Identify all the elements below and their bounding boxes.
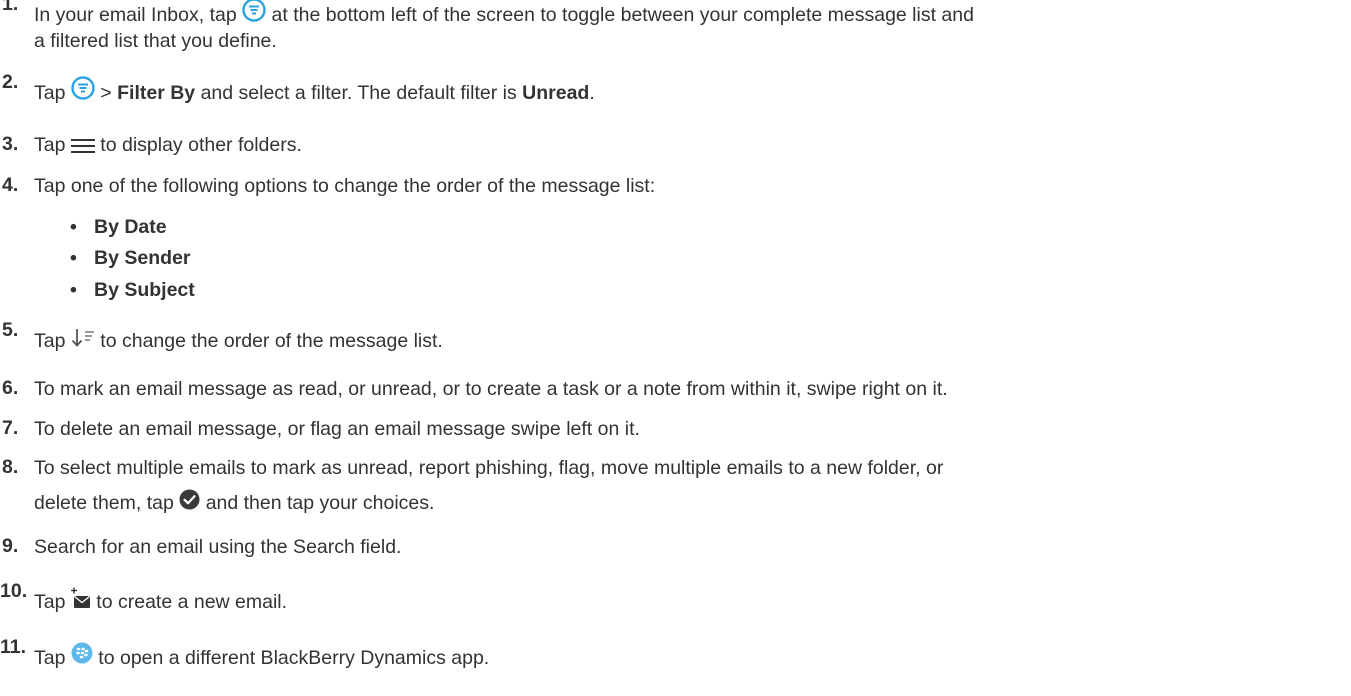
step-text: Tap — [34, 647, 66, 669]
step-7: 7. To delete an email message, or flag a… — [0, 416, 1337, 442]
step-11: 11. Tap to open a different BlackBerry D… — [0, 636, 1337, 671]
sort-option: • By Date — [70, 214, 167, 240]
step-number: 8. — [2, 456, 19, 478]
hamburger-menu-icon — [70, 135, 95, 153]
step-number: 9. — [2, 535, 19, 557]
step-text: To select multiple emails to mark as unr… — [34, 457, 944, 479]
step-10: 10. Tap to create a new email. — [0, 580, 1337, 615]
step-text-continued: delete them, tap — [34, 492, 174, 514]
step-number: 1. — [2, 0, 19, 15]
step-4: 4. Tap one of the following options to c… — [0, 173, 1337, 199]
step-3: 3. Tap to display other folders. — [0, 132, 1337, 158]
step-number: 6. — [2, 377, 19, 399]
compose-email-icon — [70, 587, 91, 609]
sort-option-label: By Sender — [94, 247, 191, 269]
step-text: Tap — [34, 134, 66, 156]
step-text: at the bottom left of the screen to togg… — [271, 4, 974, 26]
step-text: to create a new email. — [96, 591, 288, 613]
step-8: 8. To select multiple emails to mark as … — [0, 455, 1337, 516]
step-6: 6. To mark an email message as read, or … — [0, 376, 1337, 402]
period: . — [589, 82, 595, 104]
sort-option: • By Subject — [70, 277, 195, 303]
step-number: 7. — [2, 417, 19, 439]
bullet: • — [70, 216, 77, 238]
step-text: to change the order of the message list. — [100, 330, 443, 352]
step-9: 9. Search for an email using the Search … — [0, 534, 1337, 560]
filter-circle-icon — [71, 76, 95, 100]
ui-label: Unread — [522, 82, 590, 104]
step-text: and select a filter. The default filter … — [200, 82, 517, 104]
filter-circle-icon — [242, 0, 266, 22]
separator: > — [100, 82, 112, 104]
step-text-continued: a filtered list that you define. — [34, 30, 277, 52]
step-1: 1. In your email Inbox, tap at the botto… — [0, 0, 1337, 54]
step-text-continued: and then tap your choices. — [205, 492, 435, 514]
step-number: 10. — [0, 580, 28, 602]
sort-option-label: By Date — [94, 216, 167, 238]
step-number: 4. — [2, 174, 19, 196]
step-number: 2. — [2, 71, 19, 93]
step-5: 5. Tap to change the order of the messag… — [0, 319, 1337, 354]
step-text: Tap — [34, 82, 66, 104]
check-circle-icon — [179, 489, 200, 510]
step-text: to open a different BlackBerry Dynamics … — [98, 647, 490, 669]
instruction-list: 1. In your email Inbox, tap at the botto… — [0, 0, 1351, 696]
step-2: 2. Tap > Filter By and select a filter. … — [0, 71, 1337, 106]
blackberry-dynamics-icon — [71, 642, 93, 664]
step-number: 11. — [0, 636, 27, 658]
step-number: 5. — [2, 319, 19, 341]
bullet: • — [70, 279, 77, 301]
step-number: 3. — [2, 133, 19, 155]
sort-option: • By Sender — [70, 245, 190, 271]
step-text: to display other folders. — [100, 134, 302, 156]
step-text: Search for an email using the Search fie… — [34, 536, 402, 558]
sort-option-label: By Subject — [94, 279, 195, 301]
ui-label: Filter By — [117, 82, 196, 104]
step-text: Tap — [34, 591, 66, 613]
step-text: Tap one of the following options to chan… — [34, 175, 656, 197]
step-text: To delete an email message, or flag an e… — [34, 418, 640, 440]
step-text: To mark an email message as read, or unr… — [34, 378, 948, 400]
step-text: In your email Inbox, tap — [34, 4, 237, 26]
step-text: Tap — [34, 330, 66, 352]
sort-order-icon — [71, 328, 95, 348]
bullet: • — [70, 247, 77, 269]
